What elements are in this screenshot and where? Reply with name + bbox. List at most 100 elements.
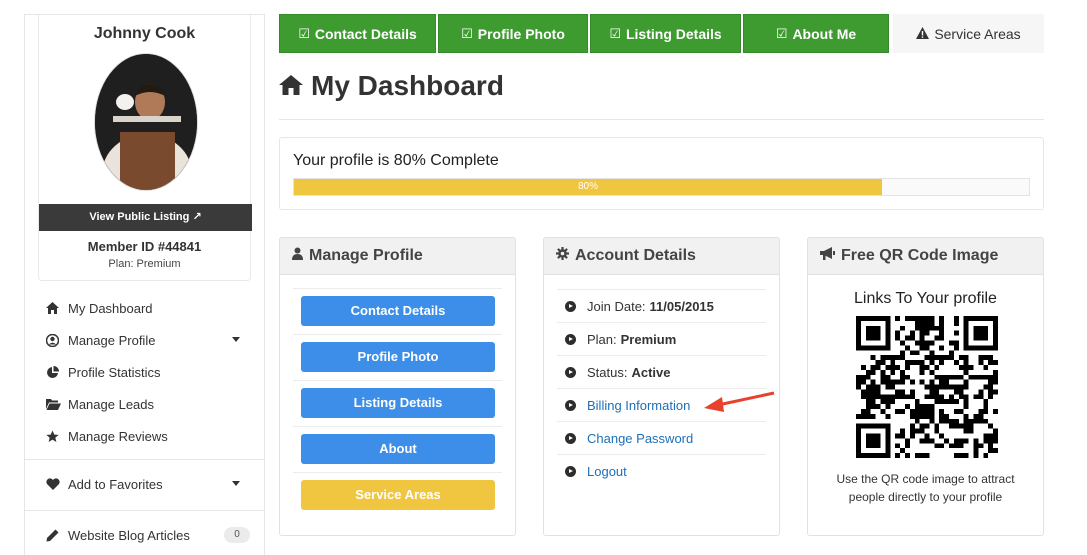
sidebar-item-manage-profile[interactable]: Manage Profile [25,324,264,356]
view-listing-label: View Public Listing [89,211,190,223]
gear-icon [556,247,569,265]
play-circle-icon [565,432,576,444]
sidebar-divider [25,510,264,511]
change-password-row: Change Password [557,421,766,454]
logout-link[interactable]: Logout [587,464,627,479]
chevron-down-icon [232,481,240,486]
listing-details-button[interactable]: Listing Details [301,388,495,418]
megaphone-icon [820,247,835,265]
sidebar-item-label: Website Blog Articles [68,527,190,543]
sidebar-item-website-blog-articles[interactable]: Website Blog Articles 0 [25,519,264,551]
manage-profile-panel: Manage Profile Contact Details Profile P… [279,237,516,536]
star-icon [46,430,68,443]
sidebar-item-label: Manage Leads [68,396,155,412]
list-item: About [293,426,502,472]
profile-card: Johnny Cook View Public Listing ↗ Member… [38,15,252,281]
contact-details-button[interactable]: Contact Details [301,296,495,326]
panel-title: Account Details [575,247,696,264]
sidebar-item-label: Profile Statistics [68,364,161,380]
sidebar-item-my-dashboard[interactable]: My Dashboard [25,292,153,324]
sidebar-item-profile-statistics[interactable]: Profile Statistics [25,356,160,388]
profile-photo-button[interactable]: Profile Photo [301,342,495,372]
panel-title: Manage Profile [309,247,423,264]
sidebar-item-add-to-favorites[interactable]: Add to Favorites [25,468,264,500]
avatar [94,53,198,191]
progress-bar: 80% [293,178,1030,196]
page-title-text: My Dashboard [311,70,504,101]
home-icon [46,302,68,314]
account-details-panel: Account Details Join Date: 11/05/2015 Pla… [543,237,780,536]
plan-row: Plan: Premium [557,322,766,355]
qr-code-panel: Free QR Code Image Links To Your profile… [807,237,1044,536]
billing-information-link[interactable]: Billing Information [587,398,690,413]
progress-text: Your profile is 80% Complete [293,152,499,169]
panel-title: Free QR Code Image [841,247,999,264]
tab-label: Listing Details [625,25,722,42]
progress-fill: 80% [294,179,882,195]
user-name: Johnny Cook [93,25,196,42]
panel-header: Account Details [544,238,779,275]
status-label: Status: [587,364,628,380]
pencil-icon [46,529,68,542]
member-id: Member ID #44841 [87,239,202,254]
annotation-arrow-icon [704,391,775,412]
tab-contact-details[interactable]: ☑ Contact Details [279,14,436,53]
play-circle-icon [565,465,576,477]
join-date-row: Join Date: 11/05/2015 [557,289,766,322]
heart-icon [46,478,68,490]
list-item: Service Areas [293,472,502,518]
home-icon [279,70,303,102]
check-square-icon: ☑ [775,25,788,41]
user-icon [292,247,303,265]
tab-listing-details[interactable]: ☑ Listing Details [590,14,741,53]
service-areas-button[interactable]: Service Areas [301,480,495,510]
tab-profile-photo[interactable]: ☑ Profile Photo [438,14,588,53]
list-item: Listing Details [293,380,502,426]
pie-chart-icon [46,365,68,379]
status-row: Status: Active [557,355,766,388]
qr-caption: Use the QR code image to attract people … [836,472,1015,504]
sidebar-item-manage-reviews[interactable]: Manage Reviews [25,420,168,452]
play-circle-icon [565,300,576,312]
panel-header: Free QR Code Image [808,238,1043,275]
logout-row: Logout [557,454,766,487]
play-circle-icon [565,333,576,345]
tab-label: Contact Details [314,25,417,42]
count-badge: 0 [224,527,250,543]
sidebar-item-manage-leads[interactable]: Manage Leads [25,388,154,420]
profile-progress-card: Your profile is 80% Complete 80% [279,137,1044,210]
sidebar-item-label: Manage Reviews [68,428,168,444]
external-link-icon: ↗ [192,211,202,223]
play-circle-icon [565,366,576,378]
status-value: Active [631,364,671,380]
plan-label: Plan: Premium [108,258,181,270]
sidebar: Johnny Cook View Public Listing ↗ Member… [24,14,265,555]
sidebar-item-label: Manage Profile [68,332,156,348]
tab-label: Profile Photo [477,25,565,42]
folder-open-icon [46,398,68,410]
qr-heading: Links To Your profile [854,290,997,307]
plan-value: Premium [620,331,677,347]
tab-label: Service Areas [934,25,1021,42]
warning-icon [916,26,930,42]
chevron-down-icon [232,337,240,342]
user-circle-icon [46,333,68,347]
list-item: Contact Details [293,288,502,334]
panel-header: Manage Profile [280,238,515,275]
sidebar-item-label: Add to Favorites [68,476,163,492]
qr-code-image[interactable] [856,316,998,458]
tab-about-me[interactable]: ☑ About Me [743,14,889,53]
check-square-icon: ☑ [461,25,473,41]
join-date-value: 11/05/2015 [649,298,714,314]
view-public-listing-button[interactable]: View Public Listing ↗ [39,204,252,231]
join-date-label: Join Date: [587,298,646,314]
title-divider [279,119,1044,120]
tab-label: About Me [792,25,857,42]
sidebar-divider [25,459,264,460]
list-item: Profile Photo [293,334,502,380]
about-button[interactable]: About [301,434,495,464]
change-password-link[interactable]: Change Password [587,431,693,446]
check-square-icon: ☑ [609,25,621,41]
tab-service-areas[interactable]: Service Areas [893,14,1044,53]
play-circle-icon [565,399,576,411]
